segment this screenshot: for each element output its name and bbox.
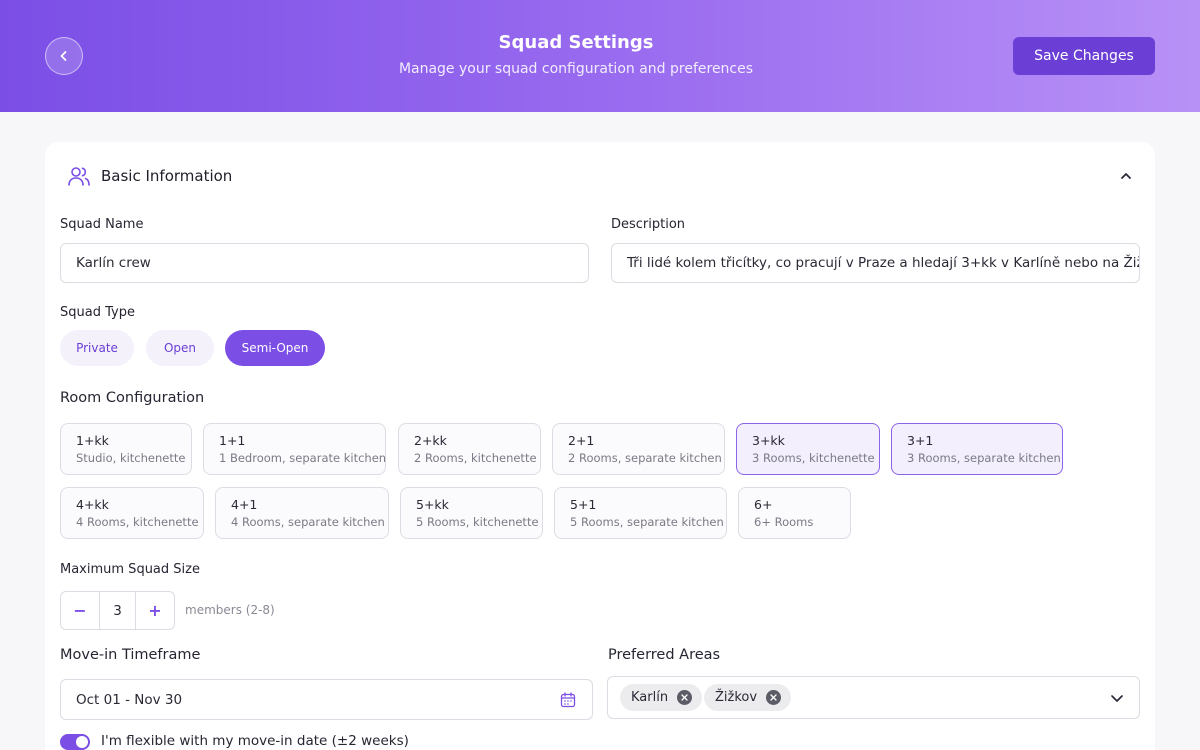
remove-chip-icon[interactable] bbox=[766, 690, 782, 705]
room-option-1plus1[interactable]: 1+1 1 Bedroom, separate kitchen bbox=[203, 423, 386, 475]
chip-label: Žižkov bbox=[715, 690, 758, 705]
room-option-1kk[interactable]: 1+kk Studio, kitchenette bbox=[60, 423, 192, 475]
squad-type-label: Squad Type bbox=[60, 305, 135, 320]
room-option-4plus1[interactable]: 4+1 4 Rooms, separate kitchen bbox=[215, 487, 389, 539]
room-desc: 4 Rooms, kitchenette bbox=[76, 515, 199, 529]
room-option-3plus1[interactable]: 3+1 3 Rooms, separate kitchen bbox=[891, 423, 1063, 475]
room-code: 6+ bbox=[754, 497, 773, 512]
room-code: 1+kk bbox=[76, 433, 109, 448]
room-desc: 3 Rooms, separate kitchen bbox=[907, 451, 1061, 465]
page-subtitle: Manage your squad configuration and pref… bbox=[398, 61, 754, 77]
room-option-6plus[interactable]: 6+ 6+ Rooms bbox=[738, 487, 851, 539]
room-desc: 2 Rooms, separate kitchen bbox=[568, 451, 722, 465]
description-label: Description bbox=[611, 217, 686, 232]
chevron-up-icon[interactable] bbox=[1119, 169, 1133, 183]
users-icon bbox=[68, 167, 90, 186]
room-option-4kk[interactable]: 4+kk 4 Rooms, kitchenette bbox=[60, 487, 204, 539]
room-desc: 2 Rooms, kitchenette bbox=[414, 451, 537, 465]
increment-button[interactable]: + bbox=[136, 592, 174, 629]
description-input[interactable]: Tři lidé kolem třicítky, co pracují v Pr… bbox=[611, 243, 1140, 283]
room-code: 2+kk bbox=[414, 433, 447, 448]
room-option-2plus1[interactable]: 2+1 2 Rooms, separate kitchen bbox=[552, 423, 725, 475]
move-in-date-input[interactable]: Oct 01 - Nov 30 bbox=[60, 679, 593, 720]
basic-information-card: Basic Information Squad Name Karlín crew… bbox=[45, 142, 1155, 750]
room-code: 5+1 bbox=[570, 497, 597, 512]
flexible-date-label: I'm flexible with my move-in date (±2 we… bbox=[101, 733, 409, 749]
preferred-areas-label: Preferred Areas bbox=[608, 647, 721, 663]
room-desc: 4 Rooms, separate kitchen bbox=[231, 515, 385, 529]
room-code: 1+1 bbox=[219, 433, 246, 448]
squad-size-value[interactable]: 3 bbox=[99, 592, 136, 629]
squad-type-private[interactable]: Private bbox=[60, 330, 134, 366]
room-desc: Studio, kitchenette bbox=[76, 451, 186, 465]
room-desc: 1 Bedroom, separate kitchen bbox=[219, 451, 387, 465]
room-code: 3+kk bbox=[752, 433, 785, 448]
room-option-5kk[interactable]: 5+kk 5 Rooms, kitchenette bbox=[400, 487, 543, 539]
room-desc: 5 Rooms, kitchenette bbox=[416, 515, 539, 529]
room-code: 4+1 bbox=[231, 497, 258, 512]
squad-type-open[interactable]: Open bbox=[146, 330, 214, 366]
room-code: 5+kk bbox=[416, 497, 449, 512]
room-desc: 5 Rooms, separate kitchen bbox=[570, 515, 724, 529]
decrement-button[interactable]: − bbox=[61, 592, 99, 629]
flexible-date-toggle[interactable] bbox=[60, 734, 90, 750]
area-chip-zizkov: Žižkov bbox=[704, 684, 792, 711]
room-code: 3+1 bbox=[907, 433, 934, 448]
chip-label: Karlín bbox=[631, 690, 669, 705]
room-code: 2+1 bbox=[568, 433, 595, 448]
page-title: Squad Settings bbox=[498, 32, 654, 53]
page-header: Squad Settings Manage your squad configu… bbox=[0, 0, 1200, 112]
section-title: Basic Information bbox=[101, 167, 233, 185]
room-option-3kk[interactable]: 3+kk 3 Rooms, kitchenette bbox=[736, 423, 880, 475]
max-squad-size-label: Maximum Squad Size bbox=[60, 562, 200, 577]
chevron-down-icon[interactable] bbox=[1109, 690, 1125, 706]
toggle-knob bbox=[76, 736, 88, 748]
room-option-2kk[interactable]: 2+kk 2 Rooms, kitchenette bbox=[398, 423, 541, 475]
squad-name-label: Squad Name bbox=[60, 217, 144, 232]
squad-size-stepper: − 3 + bbox=[60, 591, 175, 630]
room-desc: 6+ Rooms bbox=[754, 515, 814, 529]
remove-chip-icon[interactable] bbox=[677, 690, 693, 705]
room-desc: 3 Rooms, kitchenette bbox=[752, 451, 875, 465]
area-chip-karlin: Karlín bbox=[620, 684, 703, 711]
room-configuration-label: Room Configuration bbox=[60, 390, 205, 406]
save-changes-button[interactable]: Save Changes bbox=[1013, 37, 1155, 75]
room-option-5plus1[interactable]: 5+1 5 Rooms, separate kitchen bbox=[554, 487, 727, 539]
squad-type-semi-open[interactable]: Semi-Open bbox=[225, 330, 325, 366]
calendar-icon[interactable] bbox=[560, 692, 576, 708]
members-hint: members (2-8) bbox=[185, 603, 275, 617]
squad-name-input[interactable]: Karlín crew bbox=[60, 243, 589, 283]
move-in-date-value: Oct 01 - Nov 30 bbox=[76, 691, 183, 708]
room-code: 4+kk bbox=[76, 497, 109, 512]
move-in-label: Move-in Timeframe bbox=[60, 647, 201, 663]
